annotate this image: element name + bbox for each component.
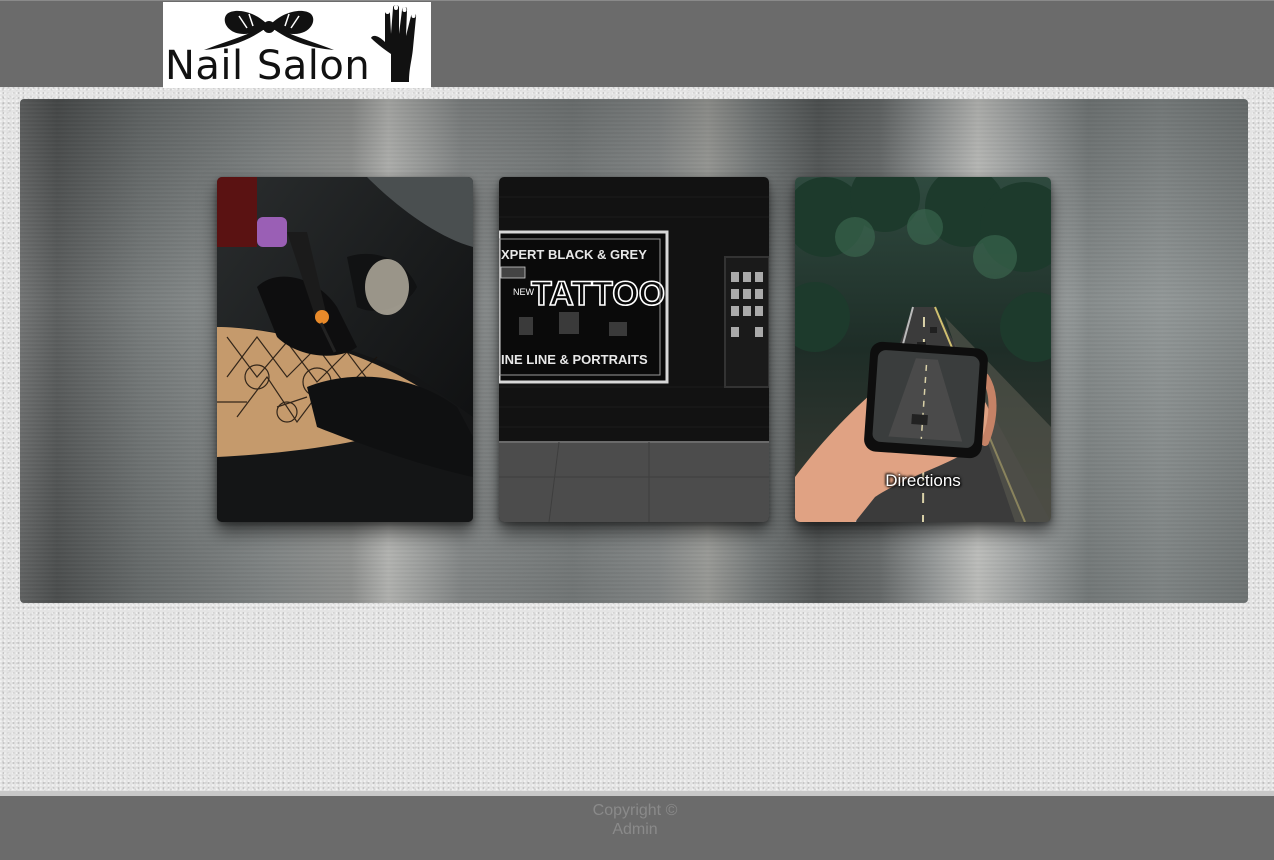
copyright-owner: Admin: [612, 821, 658, 838]
directions-label: Directions: [885, 471, 961, 490]
logo-text: Nail Salon: [165, 43, 371, 88]
directions-card[interactable]: Directions: [795, 177, 1051, 522]
tattoo-artist-card[interactable]: [217, 177, 473, 522]
site-footer: Copyright © Admin: [0, 791, 1274, 860]
tattoo-shop-card[interactable]: XPERT BLACK & GREY INE LINE & PORTRAITS …: [499, 177, 769, 522]
tattoo-artist-image: [217, 177, 473, 522]
site-header: Nail Salon: [0, 0, 1274, 88]
hand-icon: [371, 5, 417, 82]
tattoo-shop-sign-image: XPERT BLACK & GREY INE LINE & PORTRAITS …: [499, 177, 769, 522]
svg-text:INE LINE & PORTRAITS: INE LINE & PORTRAITS: [501, 352, 648, 367]
copyright-text: Copyright © Admin: [585, 801, 685, 839]
hero-panel: XPERT BLACK & GREY INE LINE & PORTRAITS …: [20, 99, 1248, 603]
svg-text:NEW: NEW: [513, 287, 535, 297]
site-logo[interactable]: Nail Salon: [163, 2, 431, 88]
svg-text:XPERT BLACK & GREY: XPERT BLACK & GREY: [501, 247, 647, 262]
copyright-line: Copyright ©: [592, 802, 678, 819]
svg-text:TATTOO: TATTOO: [531, 275, 665, 313]
